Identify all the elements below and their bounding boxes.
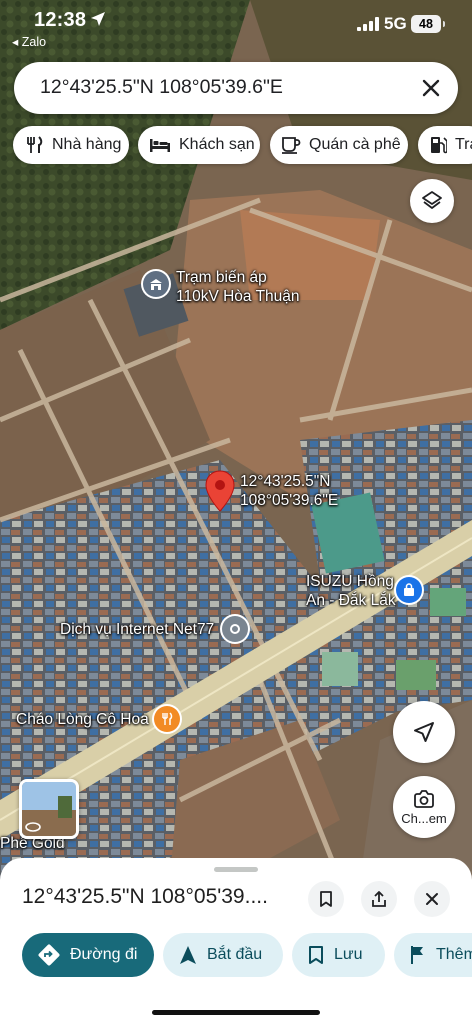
- internet-poi[interactable]: [222, 616, 248, 642]
- location-pin-icon[interactable]: [205, 470, 235, 512]
- start-label: Bắt đầu: [207, 946, 263, 963]
- drag-handle[interactable]: [214, 867, 258, 872]
- place-title: 12°43'25.5"N 108°05'39....: [22, 885, 268, 908]
- gas-pump-icon: [431, 137, 447, 154]
- share-button[interactable]: [361, 881, 397, 917]
- more-label: Thêm: [436, 946, 472, 963]
- save-label: Lưu: [334, 946, 363, 963]
- place-bottom-sheet[interactable]: 12°43'25.5"N 108°05'39.... Đường đi Bắt …: [0, 858, 472, 1024]
- navigation-arrow-icon: [180, 946, 196, 964]
- location-arrow-icon: [91, 12, 105, 26]
- chip-label: Nhà hàng: [52, 136, 122, 153]
- category-chips: Nhà hàng Khách sạn Quán cà phê Trạm: [13, 126, 472, 164]
- pin-coordinates-label: 12°43'25.5"N 108°05'39.6"E: [240, 473, 339, 509]
- fork-knife-icon: [162, 712, 173, 725]
- back-to-app[interactable]: ◂ Zalo: [12, 34, 46, 49]
- chip-label: Trạm: [455, 136, 472, 153]
- shop-poi[interactable]: [396, 577, 422, 603]
- network-type: 5G: [384, 14, 407, 33]
- fork-knife-icon: [27, 136, 43, 153]
- chip-label: Quán cà phê: [309, 136, 401, 153]
- isuzu-label[interactable]: ISUZU Hồng An - Đắk Lắk: [306, 572, 396, 610]
- restaurant-poi[interactable]: [154, 706, 180, 732]
- streetview-button[interactable]: Ch...em: [393, 776, 455, 838]
- save-icon-button[interactable]: [308, 881, 344, 917]
- chip-cafes[interactable]: Quán cà phê: [270, 126, 408, 164]
- streetview-label: Ch...em: [401, 811, 447, 826]
- shopping-bag-icon: [404, 583, 414, 596]
- chip-label: Khách sạn: [179, 136, 255, 153]
- home-indicator: [152, 1010, 320, 1015]
- bookmark-icon: [309, 946, 323, 964]
- start-button[interactable]: Bắt đầu: [163, 933, 283, 977]
- close-sheet-button[interactable]: [414, 881, 450, 917]
- building-icon: [150, 279, 162, 290]
- restaurant-label[interactable]: Cháo Lòng Cô Hoa: [16, 710, 149, 729]
- flag-icon: [411, 946, 423, 964]
- chip-gas-stations[interactable]: Trạm: [418, 126, 472, 164]
- chip-restaurants[interactable]: Nhà hàng: [13, 126, 129, 164]
- share-icon: [372, 891, 386, 907]
- more-button[interactable]: Thêm: [394, 933, 472, 977]
- search-bar[interactable]: 12°43'25.5"N 108°05'39.6"E: [14, 62, 458, 114]
- directions-button[interactable]: Đường đi: [22, 933, 154, 977]
- bed-icon: [150, 139, 170, 152]
- search-query[interactable]: 12°43'25.5"N 108°05'39.6"E: [40, 76, 283, 99]
- save-button[interactable]: Lưu: [292, 933, 385, 977]
- internet-cafe-label[interactable]: Dịch vụ Internet Net77: [60, 620, 214, 639]
- street-view-thumbnail[interactable]: [19, 779, 79, 839]
- close-icon: [426, 893, 438, 905]
- my-location-button[interactable]: [393, 701, 455, 763]
- navigation-arrow-icon: [414, 722, 434, 742]
- coffee-cup-icon: [282, 137, 301, 154]
- directions-label: Đường đi: [70, 946, 138, 963]
- directions-icon: [38, 944, 60, 966]
- close-icon[interactable]: [418, 75, 444, 101]
- bookmark-icon: [320, 891, 332, 907]
- layers-button[interactable]: [410, 179, 454, 223]
- clock: 12:38: [34, 9, 87, 31]
- substation-poi[interactable]: [143, 271, 169, 297]
- status-bar: 12:38 ◂ Zalo 5G 48: [0, 0, 472, 52]
- cellular-signal-icon: [357, 17, 379, 31]
- action-buttons: Đường đi Bắt đầu Lưu Thêm: [0, 933, 472, 979]
- place-dot-icon: [230, 624, 240, 634]
- battery-indicator: 48: [411, 15, 445, 33]
- camera-360-icon: [414, 790, 434, 808]
- substation-label[interactable]: Trạm biến áp 110kV Hòa Thuận: [176, 268, 300, 306]
- rotate-360-icon: [25, 822, 41, 832]
- chip-hotels[interactable]: Khách sạn: [138, 126, 260, 164]
- layers-icon: [422, 191, 442, 209]
